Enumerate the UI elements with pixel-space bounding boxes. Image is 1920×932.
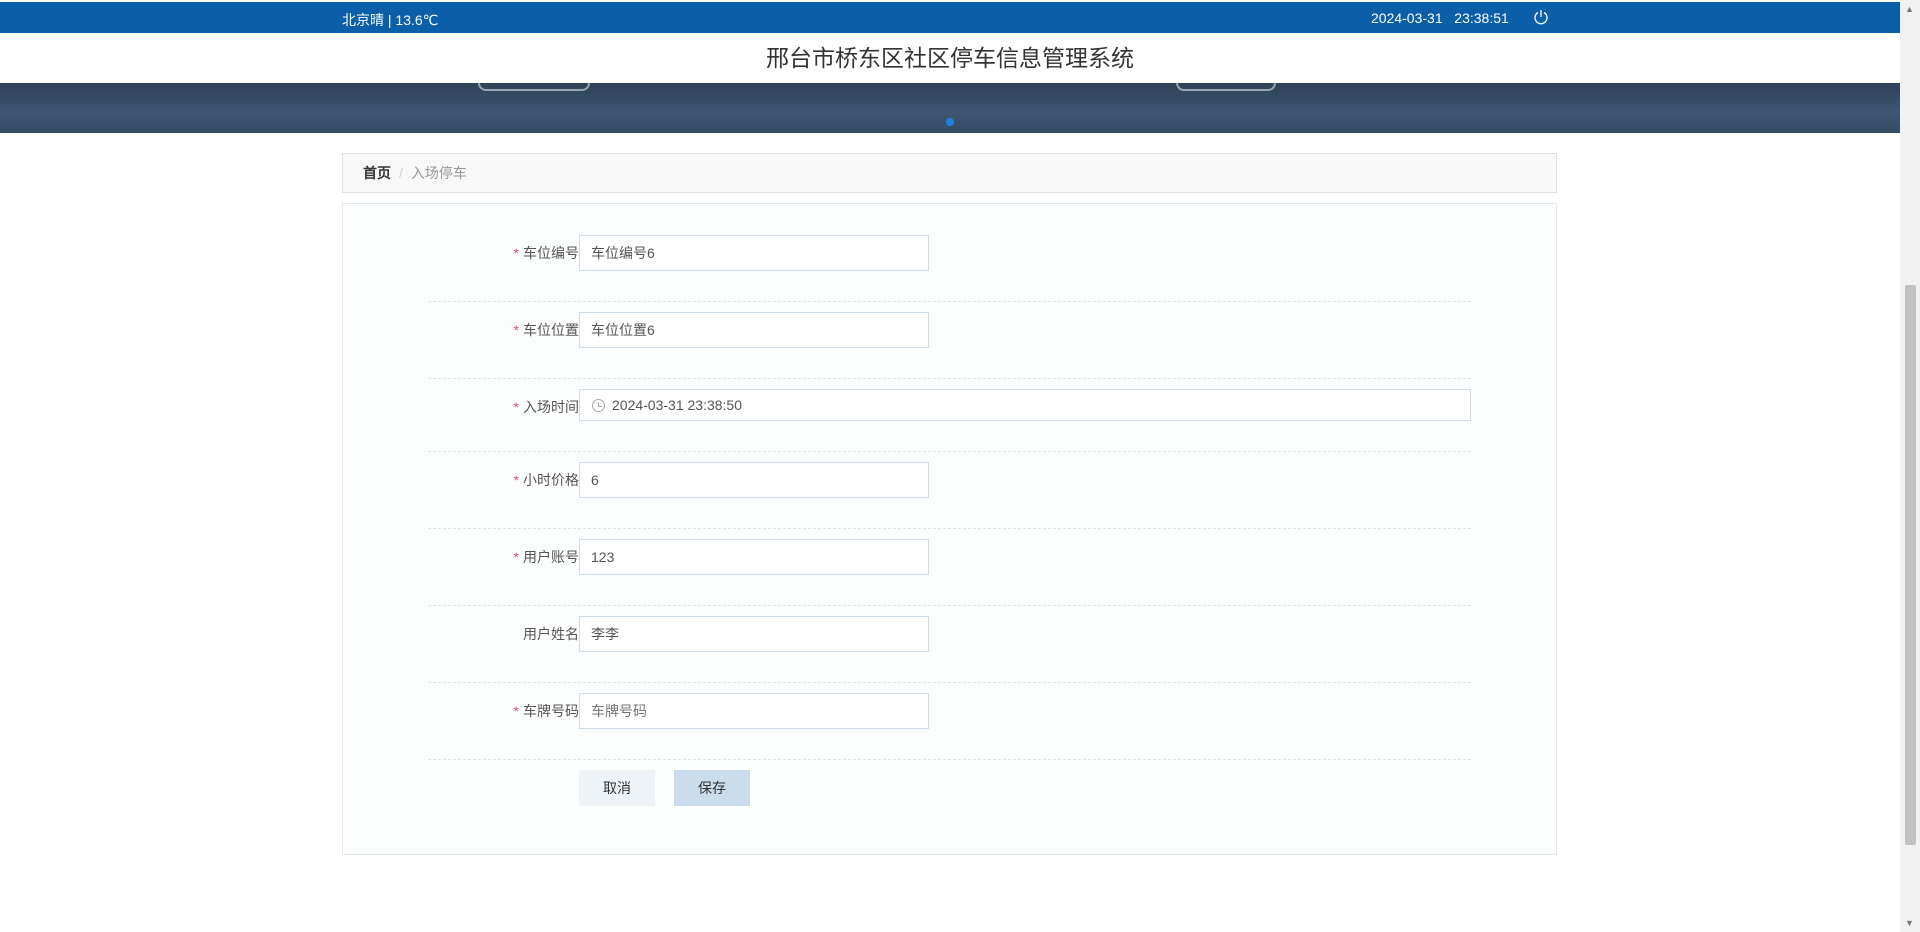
page-scrollbar[interactable]: ▲ ▼ [1900, 0, 1920, 932]
user-name-input[interactable] [579, 616, 929, 652]
required-mark: * [513, 549, 519, 565]
scrollbar-thumb[interactable] [1905, 285, 1916, 845]
field-label: * 小时价格 [514, 470, 579, 490]
entry-time-value: 2024-03-31 23:38:50 [612, 397, 742, 413]
parking-entry-form: *车位编号 *车位位置 *入场时间 2024-03-31 23:38:50 *小… [342, 203, 1557, 855]
form-row-user-name: 用户姓名 [428, 606, 1471, 683]
label-text: 用户账号 [523, 549, 579, 565]
field-label: * 车牌号码 [514, 701, 579, 721]
top-bar: 北京晴 | 13.6℃ 2024-03-31 23:38:51 [0, 2, 1900, 33]
weather-text: 北京晴 | 13.6℃ [342, 12, 439, 28]
space-number-input[interactable] [579, 235, 929, 271]
page-title: 邢台市桥东区社区停车信息管理系统 [766, 45, 1134, 71]
carousel-indicator[interactable] [946, 118, 954, 126]
clock-icon [592, 399, 605, 412]
label-text: 车位编号 [523, 245, 579, 261]
form-row-space-number: * 车位编号 [428, 225, 1471, 302]
label-text: 用户姓名 [523, 626, 579, 642]
field-label: * 车位位置 [514, 320, 579, 340]
hourly-price-input[interactable] [579, 462, 929, 498]
form-row-hourly-price: * 小时价格 [428, 452, 1471, 529]
banner-wheel [478, 83, 590, 91]
cancel-button[interactable]: 取消 [579, 770, 655, 806]
breadcrumb: 首页 / 入场停车 [342, 153, 1557, 193]
required-mark: * [513, 399, 519, 415]
breadcrumb-separator: / [399, 165, 403, 181]
scroll-up-icon[interactable]: ▲ [1905, 4, 1914, 14]
scroll-down-icon[interactable]: ▼ [1905, 918, 1914, 928]
breadcrumb-current: 入场停车 [410, 165, 467, 181]
form-row-user-account: * 用户账号 [428, 529, 1471, 606]
label-text: 小时价格 [523, 472, 579, 488]
form-row-space-location: * 车位位置 [428, 302, 1471, 379]
entry-time-picker[interactable]: 2024-03-31 23:38:50 [579, 389, 1471, 421]
breadcrumb-home[interactable]: 首页 [363, 165, 391, 181]
field-label: 用户姓名 [523, 624, 579, 644]
label-text: 车位位置 [523, 322, 579, 338]
label-text: 入场时间 [523, 399, 579, 415]
field-label: * 用户账号 [514, 547, 579, 567]
power-icon[interactable] [1533, 9, 1549, 25]
space-location-input[interactable] [579, 312, 929, 348]
form-row-entry-time: * 入场时间 2024-03-31 23:38:50 [428, 379, 1471, 452]
required-mark: * [513, 322, 519, 338]
datetime-text: 2024-03-31 23:38:51 [1371, 10, 1509, 26]
header: 邢台市桥东区社区停车信息管理系统 [0, 33, 1900, 83]
required-mark: * [513, 245, 519, 261]
save-button[interactable]: 保存 [674, 770, 750, 806]
field-label: * 入场时间 [514, 397, 579, 417]
required-mark: * [513, 472, 519, 488]
field-label: * 车位编号 [514, 243, 579, 263]
plate-number-input[interactable] [579, 693, 929, 729]
form-row-plate-number: * 车牌号码 [428, 683, 1471, 760]
banner-carousel [0, 83, 1900, 133]
required-mark: * [513, 703, 519, 719]
banner-wheel [1176, 83, 1276, 91]
user-account-input[interactable] [579, 539, 929, 575]
label-text: 车牌号码 [523, 703, 579, 719]
